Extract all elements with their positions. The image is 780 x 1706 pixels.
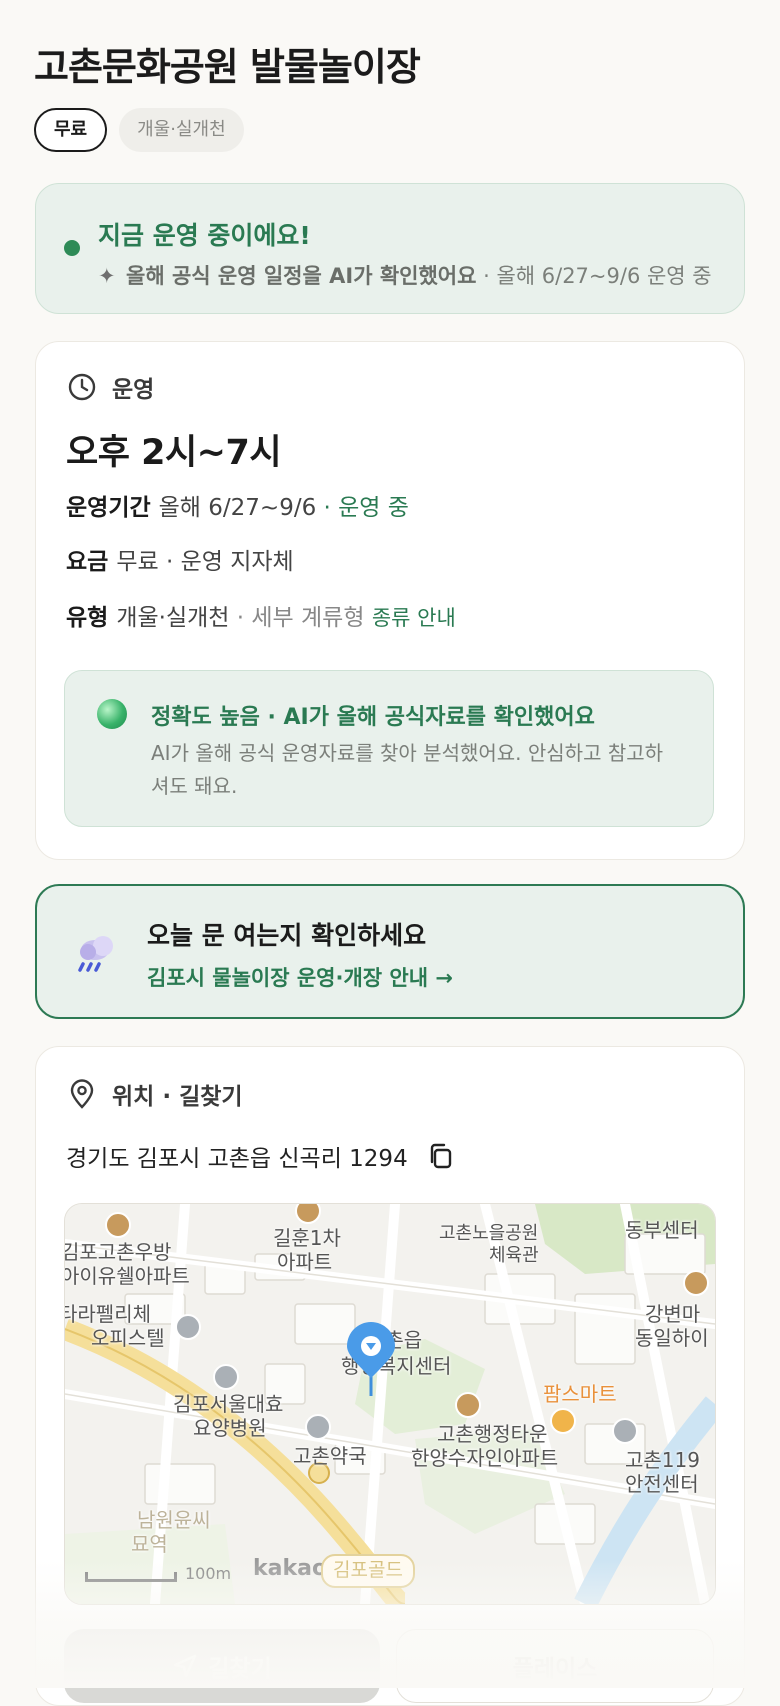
poi-apartment-icon xyxy=(105,1212,131,1238)
map-label: 타라펠리체 xyxy=(64,1302,151,1326)
status-sub-rest: · 올해 6/27~9/6 운영 중 xyxy=(476,264,712,288)
status-subtitle: ✦ 올해 공식 운영 일정을 AI가 확인했어요 · 올해 6/27~9/6 운영… xyxy=(98,260,712,290)
hospital-icon xyxy=(213,1364,239,1390)
location-label: 위치 · 길찾기 xyxy=(112,1084,243,1110)
status-card: 지금 운영 중이에요! ✦ 올해 공식 운영 일정을 AI가 확인했어요 · 올해… xyxy=(35,183,745,314)
mart-icon xyxy=(550,1408,576,1434)
accuracy-title: 정확도 높음 · AI가 올해 공식자료를 확인했어요 xyxy=(151,705,595,730)
type-guide-link[interactable]: 종류 안내 xyxy=(372,606,456,630)
tag-chips: 무료 개울·실개천 xyxy=(34,108,244,152)
map-label: 아이유쉘아파트 xyxy=(64,1264,190,1288)
clock-icon xyxy=(68,373,96,401)
type-value: 개울·실개천 xyxy=(116,605,230,631)
address-text: 경기도 김포시 고촌읍 신곡리 1294 xyxy=(66,1146,408,1172)
operation-header: 운영 xyxy=(66,370,154,404)
accuracy-body: AI가 올해 공식 운영자료를 찾아 분석했어요. 안심하고 참고하셔도 돼요. xyxy=(151,741,664,798)
poi-apartment-icon xyxy=(683,1270,709,1296)
map-label: 안전센터 xyxy=(625,1472,699,1496)
station-badge: 김포골드 xyxy=(321,1554,415,1588)
status-sub-strong: 올해 공식 운영 일정을 AI가 확인했어요 xyxy=(126,264,477,288)
period-row: 운영기간 올해 6/27~9/6 · 운영 중 xyxy=(66,488,409,522)
map-pin-icon xyxy=(347,1322,395,1396)
map-label: 강변마 xyxy=(645,1302,701,1326)
type-key: 유형 xyxy=(66,605,109,631)
map-label: 고촌노을공원 xyxy=(439,1223,539,1244)
address-row: 경기도 김포시 고촌읍 신곡리 1294 xyxy=(66,1139,456,1173)
poi-building-icon xyxy=(175,1314,201,1340)
operation-card: 운영 오후 2시~7시 운영기간 올해 6/27~9/6 · 운영 중 요금 무료 … xyxy=(35,341,745,860)
chip-free[interactable]: 무료 xyxy=(34,108,108,152)
map-provider-logo: kakao xyxy=(253,1556,328,1581)
status-dot-icon xyxy=(64,240,80,256)
map-label: 김포서울대효 xyxy=(173,1392,284,1416)
poi-apartment-icon xyxy=(455,1392,481,1418)
accuracy-box: 정확도 높음 · AI가 올해 공식자료를 확인했어요 AI가 올해 공식 운영… xyxy=(64,670,714,827)
map-label: 고촌119 xyxy=(625,1448,700,1472)
map-label: 팜스마트 xyxy=(543,1382,617,1406)
map-label: 요양병원 xyxy=(193,1416,267,1440)
location-card: 위치 · 길찾기 경기도 김포시 고촌읍 신곡리 1294 김포고촌우방 아이유… xyxy=(35,1046,745,1706)
map-scale-bar xyxy=(85,1572,177,1582)
operation-label: 운영 xyxy=(112,377,155,403)
page-title: 고촌문화공원 발물놀이장 xyxy=(34,45,421,89)
map-label: 고촌약국 xyxy=(293,1444,367,1468)
page: 고촌문화공원 발물놀이장 무료 개울·실개천 지금 운영 중이에요! ✦ 올해 공… xyxy=(0,0,780,1706)
map-label: 한양수자인아파트 xyxy=(411,1446,559,1470)
map-view[interactable]: 김포고촌우방 아이유쉘아파트 길훈1차 아파트 고촌노을공원 체육관 동부센터 … xyxy=(64,1203,716,1605)
rain-cloud-icon xyxy=(78,936,113,972)
period-status: · 운영 중 xyxy=(316,495,409,521)
notice-card[interactable]: 오늘 문 여는지 확인하세요 김포시 물놀이장 운영·개장 안내 → xyxy=(35,884,745,1019)
period-key: 운영기간 xyxy=(66,495,151,521)
place-button[interactable]: 플레이스 xyxy=(396,1629,714,1703)
pharmacy-icon xyxy=(305,1414,331,1440)
fire-station-icon xyxy=(612,1418,638,1444)
location-header: 위치 · 길찾기 xyxy=(66,1077,243,1111)
map-label: 동일하이 xyxy=(635,1326,709,1350)
map-label: 김포고촌우방 xyxy=(64,1240,172,1264)
operating-hours: 오후 2시~7시 xyxy=(66,433,282,473)
map-scale-label: 100m xyxy=(185,1564,232,1583)
sparkle-icon: ✦ xyxy=(98,264,116,288)
map-label: 체육관 xyxy=(489,1245,539,1266)
map-label: 고촌행정타운 xyxy=(437,1422,548,1446)
map-label: 아파트 xyxy=(277,1250,333,1274)
place-label: 플레이스 xyxy=(512,1656,598,1682)
period-value: 올해 6/27~9/6 xyxy=(158,495,317,521)
directions-button[interactable]: 길찾기 xyxy=(64,1629,380,1703)
fee-key: 요금 xyxy=(66,549,109,575)
copy-icon[interactable] xyxy=(426,1141,456,1171)
location-pin-icon xyxy=(70,1079,94,1109)
fee-value: 무료 · 운영 지자체 xyxy=(116,549,294,575)
map-label: 묘역 xyxy=(131,1532,168,1556)
location-buttons: 길찾기 플레이스 xyxy=(64,1629,714,1703)
map-label: 오피스텔 xyxy=(91,1326,165,1350)
chip-stream[interactable]: 개울·실개천 xyxy=(119,108,244,152)
type-detail: · 세부 계류형 xyxy=(229,605,372,631)
map-label: 남원윤씨 xyxy=(137,1508,211,1532)
notice-title: 오늘 문 여는지 확인하세요 xyxy=(147,921,427,950)
type-row: 유형 개울·실개천 · 세부 계류형 종류 안내 xyxy=(66,598,456,632)
ai-orb-icon xyxy=(97,699,127,729)
navigation-arrow-icon xyxy=(174,1654,197,1678)
notice-link[interactable]: 김포시 물놀이장 운영·개장 안내 → xyxy=(147,962,453,992)
map-label: 길훈1차 xyxy=(273,1226,341,1250)
directions-label: 길찾기 xyxy=(208,1656,272,1682)
fee-row: 요금 무료 · 운영 지자체 xyxy=(66,542,294,576)
status-title: 지금 운영 중이에요! xyxy=(98,221,311,250)
map-label: 동부센터 xyxy=(625,1218,699,1242)
